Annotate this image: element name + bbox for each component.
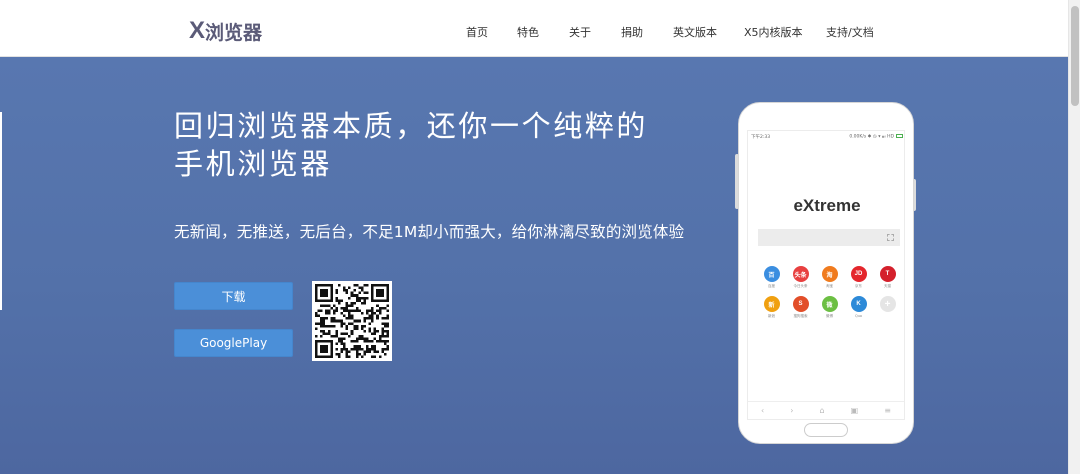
nav-english-version[interactable]: 英文版本 — [673, 24, 717, 40]
phone-app-grid: 百百度 头条 今日头条淘淘宝 JD 京东 T 天猫新新浪 S 搜狗搜索微微博 K Quo + — [757, 266, 902, 319]
scrollbar-thumb[interactable] — [1071, 6, 1079, 106]
tmall-icon: T — [879, 266, 896, 282]
app-label: 今日头条 — [793, 284, 808, 288]
jd-icon: JD — [850, 266, 867, 282]
download-qr-code — [312, 281, 392, 361]
phone-search-bar — [758, 229, 900, 246]
hero-headline: 回归浏览器本质，还你一个纯粹的 手机浏览器 — [174, 107, 714, 183]
add-icon: + — [879, 296, 896, 312]
app-label: 百度 — [768, 284, 775, 288]
site-header: X 浏览器 首页 特色 关于 捐助 英文版本 X5内核版本 支持/文档 — [0, 0, 1068, 57]
status-time: 下午2:33 — [751, 135, 771, 140]
app-label: 天猫 — [884, 284, 891, 288]
sogou-icon: S — [792, 296, 809, 312]
phone-app-tile: 微微博 — [815, 296, 844, 319]
page-scrollbar[interactable] — [1068, 0, 1080, 474]
nav-donate[interactable]: 捐助 — [621, 24, 643, 40]
app-label: 京东 — [855, 284, 862, 288]
quo-icon: K — [850, 296, 867, 312]
phone-app-tile: 百百度 — [757, 266, 786, 289]
scan-icon — [887, 234, 894, 241]
phone-screen: 下午2:33 0.00K/s ✱ ◷ ▾ ▴ᵢₗ HD eXtreme 百百度头… — [747, 130, 905, 420]
app-label: 搜狗搜索 — [793, 314, 808, 318]
nav-home[interactable]: 首页 — [466, 24, 488, 40]
googleplay-button[interactable]: GooglePlay — [174, 329, 293, 357]
sina-icon: 新 — [763, 296, 780, 312]
phone-app-tile: + — [873, 296, 902, 319]
weibo-icon: 微 — [821, 296, 838, 312]
back-icon: ‹ — [761, 406, 765, 415]
phone-app-tile: 新新浪 — [757, 296, 786, 319]
phone-app-tile: JD 京东 — [844, 266, 873, 289]
nav-x5-version[interactable]: X5内核版本 — [744, 24, 803, 40]
menu-icon: ≡ — [884, 406, 891, 415]
nav-about[interactable]: 关于 — [569, 24, 591, 40]
forward-icon: › — [790, 406, 794, 415]
hero-section: 回归浏览器本质，还你一个纯粹的 手机浏览器 无新闻，无推送，无后台，不足1M却小… — [0, 57, 1068, 474]
headline-line-2: 手机浏览器 — [174, 147, 333, 181]
nav-support-docs[interactable]: 支持/文档 — [826, 24, 874, 40]
phone-app-tile: S 搜狗搜索 — [786, 296, 815, 319]
app-label: 新浪 — [768, 314, 775, 318]
taobao-icon: 淘 — [821, 266, 838, 282]
nav-features[interactable]: 特色 — [517, 24, 539, 40]
phone-app-tile: 头条 今日头条 — [786, 266, 815, 289]
hero-subtitle: 无新闻，无推送，无后台，不足1M却小而强大，给你淋漓尽致的浏览体验 — [174, 223, 685, 241]
status-indicators: 0.00K/s ✱ ◷ ▾ ▴ᵢₗ HD — [849, 134, 894, 140]
main-nav: 首页 特色 关于 捐助 英文版本 X5内核版本 支持/文档 — [0, 24, 1068, 42]
toutiao-icon: 头条 — [792, 266, 809, 282]
home-icon: ⌂ — [819, 406, 825, 415]
headline-line-1: 回归浏览器本质，还你一个纯粹的 — [174, 109, 649, 143]
qr-code-image — [315, 284, 389, 358]
app-label: 微博 — [826, 314, 833, 318]
edge-marker — [0, 112, 2, 310]
phone-mockup: 下午2:33 0.00K/s ✱ ◷ ▾ ▴ᵢₗ HD eXtreme 百百度头… — [738, 102, 914, 444]
phone-status-bar: 下午2:33 0.00K/s ✱ ◷ ▾ ▴ᵢₗ HD — [751, 133, 903, 141]
phone-home-button — [804, 423, 848, 437]
phone-toolbar: ‹ › ⌂ ▣ ≡ — [748, 401, 904, 419]
phone-brand-title: eXtreme — [793, 196, 861, 215]
phone-app-tile: T 天猫 — [873, 266, 902, 289]
download-button[interactable]: 下载 — [174, 282, 293, 310]
battery-icon — [896, 134, 903, 139]
baidu-icon: 百 — [763, 266, 780, 282]
app-label: 淘宝 — [826, 284, 833, 288]
phone-app-tile: 淘淘宝 — [815, 266, 844, 289]
app-label: Quo — [854, 314, 863, 318]
phone-app-tile: K Quo — [844, 296, 873, 319]
tabs-icon: ▣ — [850, 406, 859, 415]
